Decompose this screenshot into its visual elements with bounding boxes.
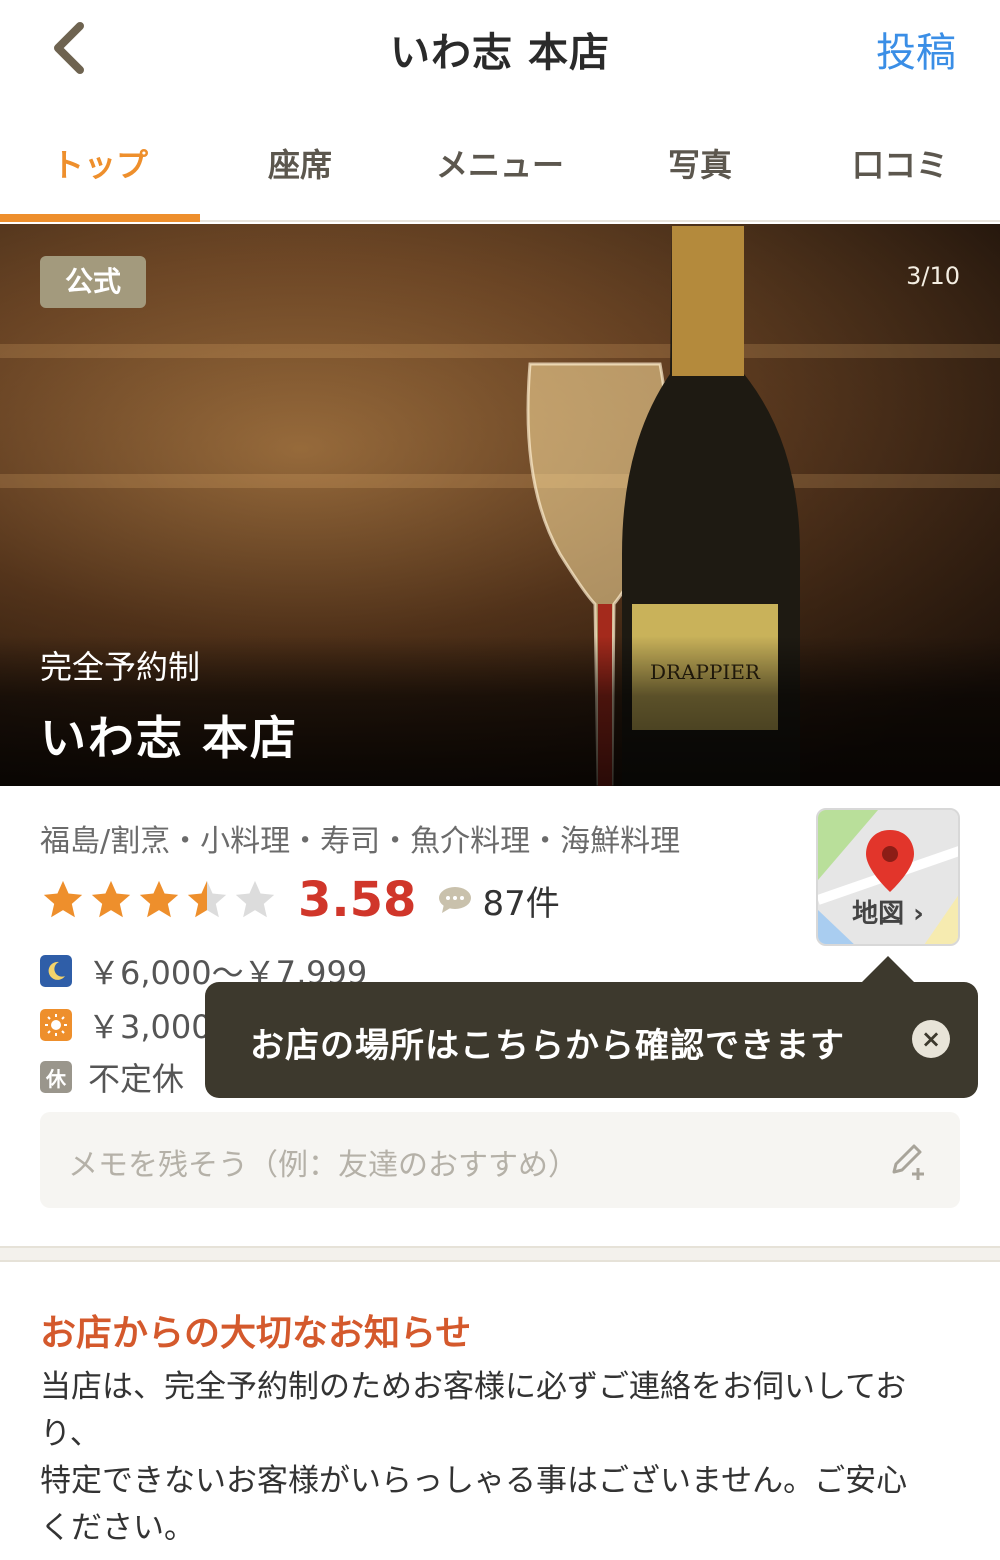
tab-bar: トップ 座席 メニュー 写真 口コミ <box>0 120 1000 222</box>
holiday-text: 不定休 <box>88 1060 185 1098</box>
tooltip-text: お店の場所はこちらから確認できます <box>250 1026 845 1066</box>
rating-row[interactable]: 3.58 87件 <box>40 872 560 928</box>
tooltip-arrow <box>860 956 916 984</box>
star-icon <box>139 880 179 918</box>
close-icon[interactable]: × <box>912 1020 950 1058</box>
tab-photos[interactable]: 写真 <box>600 120 800 220</box>
edit-pencil-icon[interactable] <box>886 1138 930 1182</box>
app-header: いわ志 本店 投稿 <box>0 0 1000 100</box>
map-tooltip: お店の場所はこちらから確認できます × <box>205 982 978 1098</box>
restaurant-name: いわ志 本店 <box>40 711 299 765</box>
star-icon <box>43 880 83 918</box>
notice-title: お店からの大切なお知らせ <box>40 1313 472 1354</box>
hero-photo[interactable]: DRAPPIER 公式 3/10 完全予約制 いわ志 本店 <box>0 224 1000 786</box>
tab-seats[interactable]: 座席 <box>200 120 400 220</box>
official-badge: 公式 <box>40 256 146 308</box>
tab-top[interactable]: トップ <box>0 120 200 222</box>
map-label: 地図 › <box>852 899 924 929</box>
sun-icon <box>40 1009 72 1041</box>
half-star-icon <box>187 880 227 918</box>
star-rating <box>40 877 280 923</box>
photo-counter: 3/10 <box>906 262 960 290</box>
post-button[interactable]: 投稿 <box>876 20 956 78</box>
genre-text: 福島/割烹・小料理・寿司・魚介料理・海鮮料理 <box>40 824 681 859</box>
holiday-row: 休 不定休 <box>40 1054 184 1100</box>
section-divider <box>0 1246 1000 1262</box>
tab-reviews[interactable]: 口コミ <box>800 120 1000 220</box>
lunch-price: ￥3,000 <box>88 1008 212 1046</box>
moon-icon <box>40 955 72 987</box>
review-count: 87件 <box>482 883 560 924</box>
star-icon <box>91 880 131 918</box>
notice-body: 当店は、完全予約制のためお客様に必ずご連絡をお伺いしてお り、 特定できないお客… <box>40 1369 908 1546</box>
holiday-icon: 休 <box>40 1061 72 1093</box>
tab-menu[interactable]: メニュー <box>400 120 600 220</box>
empty-star-icon <box>235 880 275 918</box>
lunch-price-row: ￥3,000 <box>40 1002 212 1048</box>
map-button[interactable]: 地図 › <box>816 808 960 946</box>
rating-score: 3.58 <box>298 872 417 928</box>
reservation-note: 完全予約制 <box>40 648 201 686</box>
notice-section: お店からの大切なお知らせ 当店は、完全予約制のためお客様に必ずご連絡をお伺いして… <box>0 1262 1000 1560</box>
page-title: いわ志 本店 <box>390 30 610 76</box>
memo-placeholder: メモを残そう（例：友達のおすすめ） <box>68 1148 578 1183</box>
comment-icon <box>439 887 472 913</box>
memo-input[interactable]: メモを残そう（例：友達のおすすめ） <box>40 1112 960 1208</box>
